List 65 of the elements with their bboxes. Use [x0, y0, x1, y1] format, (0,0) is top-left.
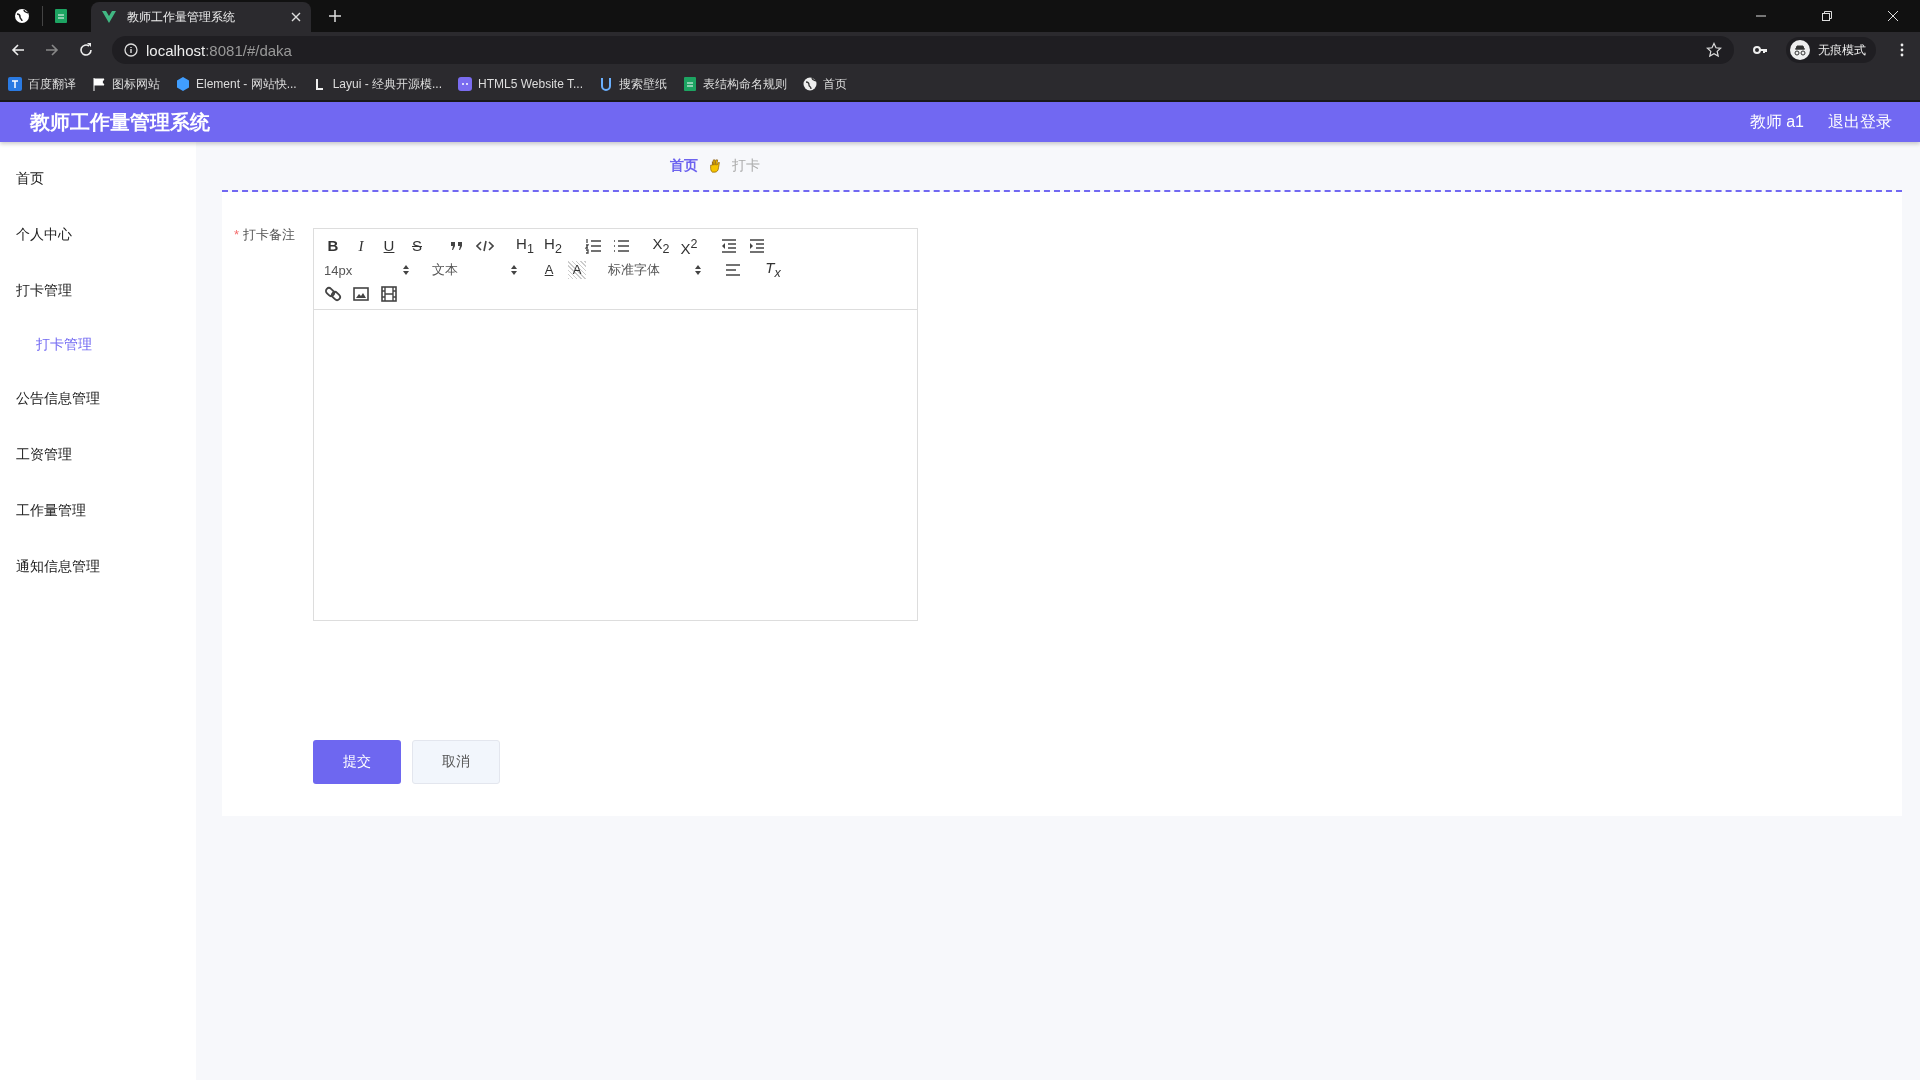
- field-label: * 打卡备注: [234, 226, 296, 244]
- translate-icon: [8, 77, 22, 91]
- browser-tab[interactable]: 教师工作量管理系统: [91, 2, 311, 32]
- bookmark[interactable]: Element - 网站快...: [176, 75, 297, 93]
- vue-logo-icon: [101, 9, 117, 25]
- close-icon[interactable]: [1888, 11, 1898, 21]
- toolbar-button[interactable]: B: [324, 237, 342, 255]
- hexagon-icon: [176, 77, 190, 91]
- user-name: 教师 a1: [1749, 111, 1804, 132]
- toolbar-select[interactable]: 文本: [432, 261, 518, 279]
- toolbar-button[interactable]: H$_{1}$: [516, 234, 534, 258]
- film-icon[interactable]: [380, 285, 398, 303]
- flag-icon: [92, 77, 106, 91]
- url-path: :8081/#/daka: [205, 41, 292, 59]
- hand-icon: [708, 159, 722, 173]
- image-icon[interactable]: [352, 285, 370, 303]
- toolbar-button[interactable]: U: [380, 237, 398, 255]
- cancel-button[interactable]: 取消: [412, 740, 500, 784]
- bookmark[interactable]: HTML5 Website T...: [458, 77, 583, 91]
- toolbar-button[interactable]: X$^{2}$: [680, 234, 698, 258]
- toolbar-button[interactable]: I: [352, 237, 370, 255]
- incognito-profile-button[interactable]: 无痕模式: [1786, 37, 1876, 63]
- url-host: localhost: [146, 41, 206, 59]
- new-tab-icon[interactable]: [329, 10, 341, 22]
- toolbar-button[interactable]: H$_{2}$: [544, 234, 562, 258]
- bookmark[interactable]: 表结构命名规则: [683, 75, 787, 93]
- breadcrumb-current: 打卡: [732, 157, 760, 175]
- globe-icon[interactable]: [14, 8, 30, 24]
- address-bar[interactable]: localhost:8081/#/daka: [112, 36, 1734, 64]
- bookmark[interactable]: Layui - 经典开源模...: [312, 75, 443, 93]
- breadcrumb-home[interactable]: 首页: [670, 157, 698, 175]
- star-icon[interactable]: [1706, 42, 1722, 58]
- submit-button[interactable]: 提交: [313, 740, 401, 784]
- toolbar-button[interactable]: T$_{x}$: [764, 258, 782, 282]
- toolbar-button[interactable]: A: [540, 261, 558, 279]
- incognito-icon: [1790, 40, 1810, 60]
- link-icon[interactable]: [324, 285, 342, 303]
- toolbar-select[interactable]: 14px: [324, 262, 410, 278]
- bookmark[interactable]: 首页: [803, 75, 847, 93]
- toolbar-button[interactable]: X$_{2}$: [652, 234, 670, 258]
- sort-arrows-icon: [510, 264, 518, 276]
- close-icon[interactable]: [291, 12, 301, 22]
- app-title: 教师工作量管理系统: [30, 109, 210, 135]
- forward-icon[interactable]: [44, 42, 60, 58]
- sort-arrows-icon: [402, 264, 410, 276]
- restore-icon[interactable]: [1822, 11, 1832, 21]
- logout-link[interactable]: 退出登录: [1828, 111, 1892, 133]
- toolbar-select[interactable]: 标准字体: [608, 261, 702, 279]
- indent-icon[interactable]: [748, 237, 766, 255]
- bookmark[interactable]: 百度翻译: [8, 75, 76, 93]
- info-icon: [124, 43, 138, 57]
- outdent-icon[interactable]: [720, 237, 738, 255]
- reload-icon[interactable]: [78, 42, 94, 58]
- back-icon[interactable]: [10, 42, 26, 58]
- align-left-icon[interactable]: [724, 261, 742, 279]
- toolbar-button[interactable]: A: [568, 261, 586, 279]
- bookmark[interactable]: 图标网站: [92, 75, 160, 93]
- toolbar-button[interactable]: S: [408, 237, 426, 255]
- sort-arrows-icon: [694, 264, 702, 276]
- bullet-list-icon[interactable]: [612, 237, 630, 255]
- bookmark[interactable]: 搜索壁纸: [599, 75, 667, 93]
- globe-icon: [803, 77, 817, 91]
- tab-title: 教师工作量管理系统: [127, 8, 236, 26]
- numbered-list-icon[interactable]: [584, 237, 602, 255]
- spreadsheet-icon: [683, 77, 697, 91]
